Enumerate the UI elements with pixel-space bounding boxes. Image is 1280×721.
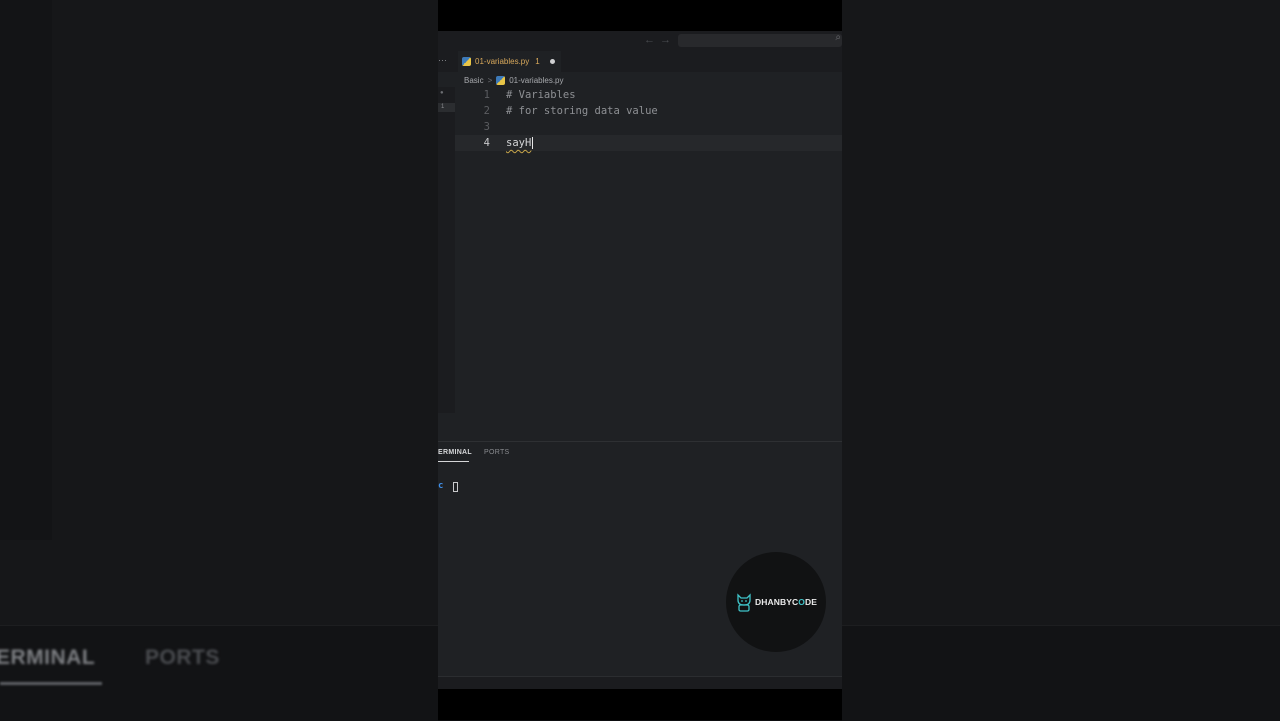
text-cursor [532,137,534,149]
code-editor[interactable]: 1 # Variables 2 # for storing data value… [455,87,842,413]
gutter-marker[interactable]: 1 [438,103,455,112]
background-sidebar [0,0,52,540]
terminal-cursor[interactable] [453,482,458,492]
code-line-3: 3 [455,119,842,135]
code-identifier: sayH [506,137,532,149]
background-left: ERMINAL PORTS [0,0,438,721]
back-arrow-icon[interactable]: ← [644,34,655,46]
background-tab-underline [0,682,102,685]
chevron-right-icon: > [487,75,493,85]
line-number: 3 [483,121,490,133]
title-bar: ← → ⌕ [438,31,842,51]
video-frame: ← → ⌕ ··· 01-variables.py 1 Basic > 01-v… [438,0,842,720]
breadcrumb-file[interactable]: 01-variables.py [509,76,563,85]
code-line-4: 4 sayH [455,135,842,151]
code-line-2: 2 # for storing data value [455,103,842,119]
background-panel: ERMINAL PORTS [0,625,438,721]
line-number: 4 [483,137,490,149]
python-file-icon [496,75,506,85]
active-tab-underline [438,461,469,462]
command-center-search[interactable]: ⌕ [678,32,842,47]
cat-logo-icon [735,592,753,612]
code-comment: # for storing data value [506,105,658,117]
channel-watermark: DHANBYCODE [726,552,826,652]
code-comment: # Variables [506,89,576,101]
search-icon: ⌕ [835,32,841,43]
tab-terminal[interactable]: ERMINAL [438,449,472,456]
background-ports-tab: PORTS [145,646,220,669]
line-number: 1 [483,89,490,101]
background-right [842,0,1280,721]
tab-problems-count: 1 [535,57,540,66]
python-file-icon [462,57,471,66]
warning-marker-icon: ● [440,90,444,96]
unsaved-dot-icon[interactable] [549,59,555,64]
breadcrumb: Basic > 01-variables.py [464,73,563,87]
tab-ports[interactable]: PORTS [484,449,510,456]
forward-arrow-icon[interactable]: → [660,34,671,46]
tab-label: 01-variables.py [475,57,530,66]
terminal-prompt: c [438,481,444,491]
code-line-1: 1 # Variables [455,87,842,103]
more-actions-icon[interactable]: ··· [438,55,447,65]
line-number: 2 [483,105,490,117]
editor-tab-bar: ··· 01-variables.py 1 [438,51,842,72]
code-content: sayH [506,135,534,151]
status-bar [438,676,842,689]
background-terminal-tab: ERMINAL [0,646,96,669]
tab-01-variables[interactable]: 01-variables.py 1 [458,51,561,72]
breadcrumb-folder[interactable]: Basic [464,76,484,85]
background-panel-right [842,625,1280,721]
glyph-margin: ● 1 [438,87,455,413]
watermark-text: DHANBYCODE [755,597,817,607]
